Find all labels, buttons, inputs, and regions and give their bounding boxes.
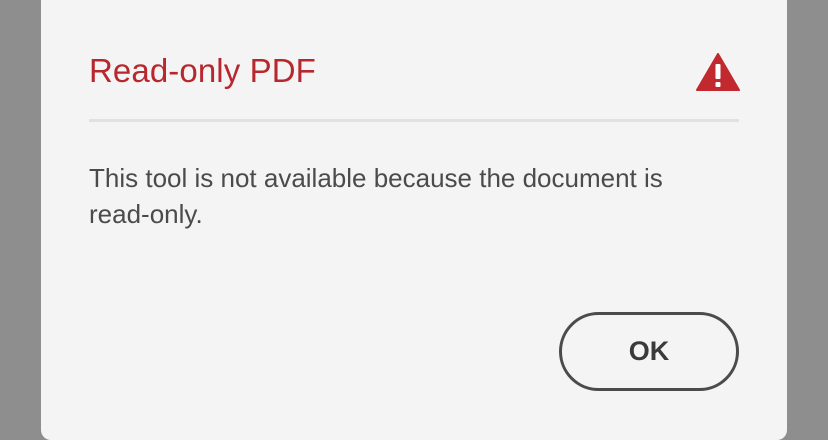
dialog-message: This tool is not available because the d… [89,163,663,229]
title-divider [89,119,739,122]
dialog-title: Read-only PDF [89,52,316,89]
warning-icon [695,52,741,92]
ok-button[interactable]: OK [559,312,739,391]
read-only-dialog: Read-only PDF This tool is not available… [41,0,787,440]
